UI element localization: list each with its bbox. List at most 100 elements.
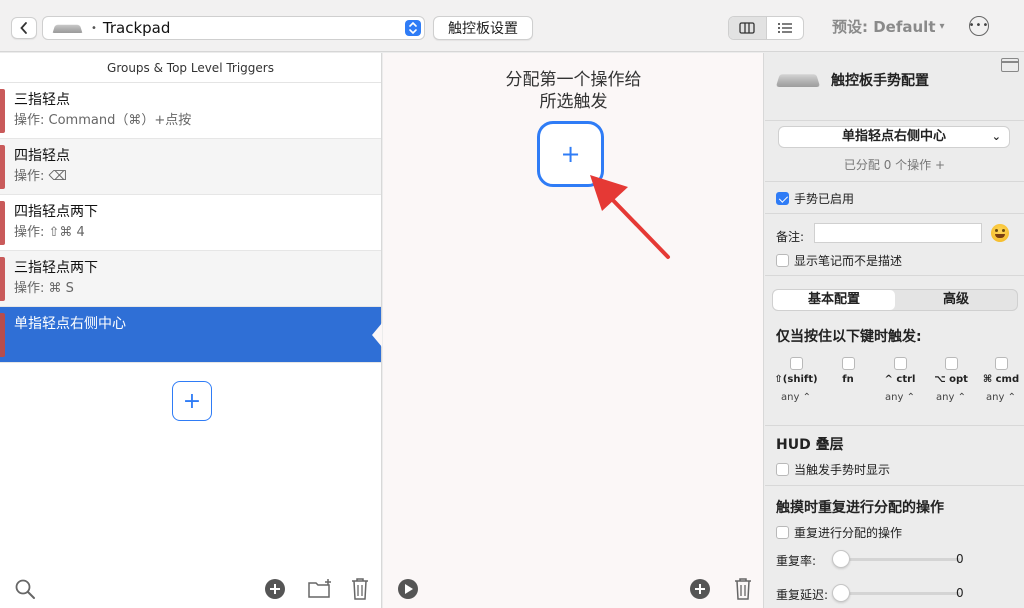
- trash-icon[interactable]: [350, 577, 370, 601]
- trigger-row[interactable]: 三指轻点两下 操作: ⌘ S: [0, 251, 381, 307]
- back-button[interactable]: [11, 17, 37, 39]
- trigger-list-panel: Groups & Top Level Triggers 三指轻点 操作: Com…: [0, 53, 382, 608]
- action-panel: 分配第一个操作给 所选触发 +: [383, 53, 764, 608]
- columns-view-button[interactable]: [729, 17, 766, 39]
- checkbox-unchecked-icon: [944, 357, 958, 370]
- tab-basic-config[interactable]: 基本配置: [773, 290, 895, 310]
- toolbar: • Trackpad 触控板设置 预设: Default ▾ •••: [0, 0, 1024, 52]
- trigger-row[interactable]: 四指轻点 操作: ⌫: [0, 139, 381, 195]
- modifier-name: ⌘ cmd: [982, 374, 1020, 385]
- divider: [765, 485, 1024, 486]
- checkbox-unchecked-icon: [893, 357, 907, 370]
- selection-notch: [372, 323, 382, 347]
- repeat-delay-track[interactable]: [836, 592, 960, 595]
- checkbox-unchecked-icon: [841, 357, 855, 370]
- checkbox-unchecked-icon: [776, 463, 789, 476]
- trigger-color-bar: [0, 145, 5, 189]
- columns-icon: [739, 22, 755, 34]
- note-label: 备注:: [776, 230, 805, 244]
- repeat-rate-value: 0: [956, 552, 964, 566]
- trigger-title: 四指轻点: [14, 148, 70, 164]
- repeat-rate-slider-row: 重复率: 0: [776, 550, 1016, 570]
- modifier-name: fn: [842, 374, 854, 385]
- repeat-delay-slider-handle[interactable]: [832, 584, 850, 602]
- divider: [765, 213, 1024, 214]
- new-folder-icon[interactable]: [307, 578, 333, 600]
- checkbox-unchecked-icon: [776, 526, 789, 539]
- trigger-title: 三指轻点两下: [14, 260, 98, 276]
- modifier-name: ⇧(shift): [774, 374, 818, 385]
- list-icon: [777, 23, 792, 33]
- trigger-row[interactable]: 四指轻点两下 操作: ⇧⌘ 4: [0, 195, 381, 251]
- checkbox-unchecked-icon: [994, 357, 1008, 370]
- gesture-enabled-checkbox[interactable]: 手势已启用: [776, 190, 854, 207]
- modifier-fn[interactable]: fn: [825, 357, 871, 392]
- gesture-config-panel: 触控板手势配置 单指轻点右侧中心 ⌄ 已分配 0 个操作 + 手势已启用 备注:…: [765, 53, 1024, 608]
- device-select[interactable]: • Trackpad: [42, 16, 425, 40]
- show-note-checkbox[interactable]: 显示笔记而不是描述: [776, 252, 902, 269]
- note-input[interactable]: [814, 223, 982, 243]
- chevron-down-icon: ⌄: [991, 130, 1001, 143]
- gesture-select[interactable]: 单指轻点右侧中心 ⌄: [778, 126, 1010, 148]
- trackpad-settings-button[interactable]: 触控板设置: [433, 16, 533, 40]
- view-toggle: [728, 16, 804, 40]
- modifier-opt[interactable]: ⌥ opt any ⌃: [928, 357, 974, 403]
- checkbox-checked-icon: [776, 192, 789, 205]
- trigger-color-bar: [0, 257, 5, 301]
- gesture-select-value: 单指轻点右侧中心: [841, 129, 946, 144]
- prompt-line-1: 分配第一个操作给: [505, 70, 642, 90]
- trigger-subtitle: 操作: ⇧⌘ 4: [14, 225, 85, 240]
- hud-section-title: HUD 叠层: [776, 437, 844, 453]
- repeat-checkbox[interactable]: 重复进行分配的操作: [776, 524, 902, 541]
- repeat-delay-slider-row: 重复延迟: 0: [776, 584, 1016, 604]
- repeat-delay-value: 0: [956, 586, 964, 600]
- divider: [765, 275, 1024, 276]
- add-circle-icon[interactable]: [689, 578, 711, 600]
- modifier-cmd[interactable]: ⌘ cmd any ⌃: [978, 357, 1024, 403]
- red-arrow-annotation-icon: [590, 175, 670, 259]
- modifier-shift[interactable]: ⇧(shift) any ⌃: [773, 357, 819, 403]
- play-icon[interactable]: [397, 578, 419, 600]
- trigger-row[interactable]: 三指轻点 操作: Command（⌘）+点按: [0, 83, 381, 139]
- modifier-mode-select[interactable]: any ⌃: [773, 392, 819, 403]
- repeat-rate-slider-handle[interactable]: [832, 550, 850, 568]
- config-title: 触控板手势配置: [831, 73, 929, 89]
- trackpad-icon: [52, 24, 83, 33]
- modifier-mode-select[interactable]: any ⌃: [978, 392, 1024, 403]
- modifier-name: ⌥ opt: [934, 374, 968, 385]
- divider: [765, 181, 1024, 182]
- window-icon[interactable]: [1001, 58, 1019, 72]
- modifier-ctrl[interactable]: ^ ctrl any ⌃: [877, 357, 923, 403]
- emoji-picker-icon[interactable]: [991, 224, 1009, 242]
- tab-advanced[interactable]: 高级: [895, 290, 1017, 310]
- hud-checkbox[interactable]: 当触发手势时显示: [776, 461, 890, 478]
- trigger-subtitle: 操作: ⌫: [14, 169, 67, 184]
- search-icon[interactable]: [14, 578, 36, 600]
- trigger-title: 四指轻点两下: [14, 204, 98, 220]
- device-stepper-icon[interactable]: [405, 20, 421, 36]
- repeat-label: 重复进行分配的操作: [794, 526, 903, 540]
- repeat-delay-label: 重复延迟:: [776, 588, 829, 602]
- repeat-rate-track[interactable]: [836, 558, 960, 561]
- config-tabs: 基本配置 高级: [772, 289, 1018, 311]
- trigger-row-selected[interactable]: 单指轻点右侧中心: [0, 307, 382, 363]
- add-trigger-button[interactable]: +: [172, 381, 212, 421]
- gesture-enabled-label: 手势已启用: [794, 192, 855, 206]
- add-circle-icon[interactable]: [264, 578, 286, 600]
- modifier-mode-select[interactable]: any ⌃: [877, 392, 923, 403]
- trigger-subtitle: 操作: ⌘ S: [14, 281, 74, 296]
- repeat-section-title: 触摸时重复进行分配的操作: [776, 500, 944, 516]
- device-dot: •: [91, 22, 97, 34]
- chevron-left-icon: [20, 22, 27, 34]
- middle-footer-toolbar: [383, 570, 764, 608]
- modifier-name: ^ ctrl: [884, 374, 916, 385]
- preset-select[interactable]: 预设: Default ▾: [832, 16, 945, 37]
- list-view-button[interactable]: [765, 17, 804, 39]
- preset-label: 预设: Default: [832, 18, 936, 36]
- trigger-subtitle: 操作: Command（⌘）+点按: [14, 113, 192, 128]
- chevron-down-icon: ▾: [939, 21, 945, 32]
- trash-icon[interactable]: [733, 577, 753, 601]
- modifier-mode-select[interactable]: any ⌃: [928, 392, 974, 403]
- assigned-actions-count[interactable]: 已分配 0 个操作 +: [765, 156, 1024, 173]
- more-options-button[interactable]: •••: [969, 16, 989, 36]
